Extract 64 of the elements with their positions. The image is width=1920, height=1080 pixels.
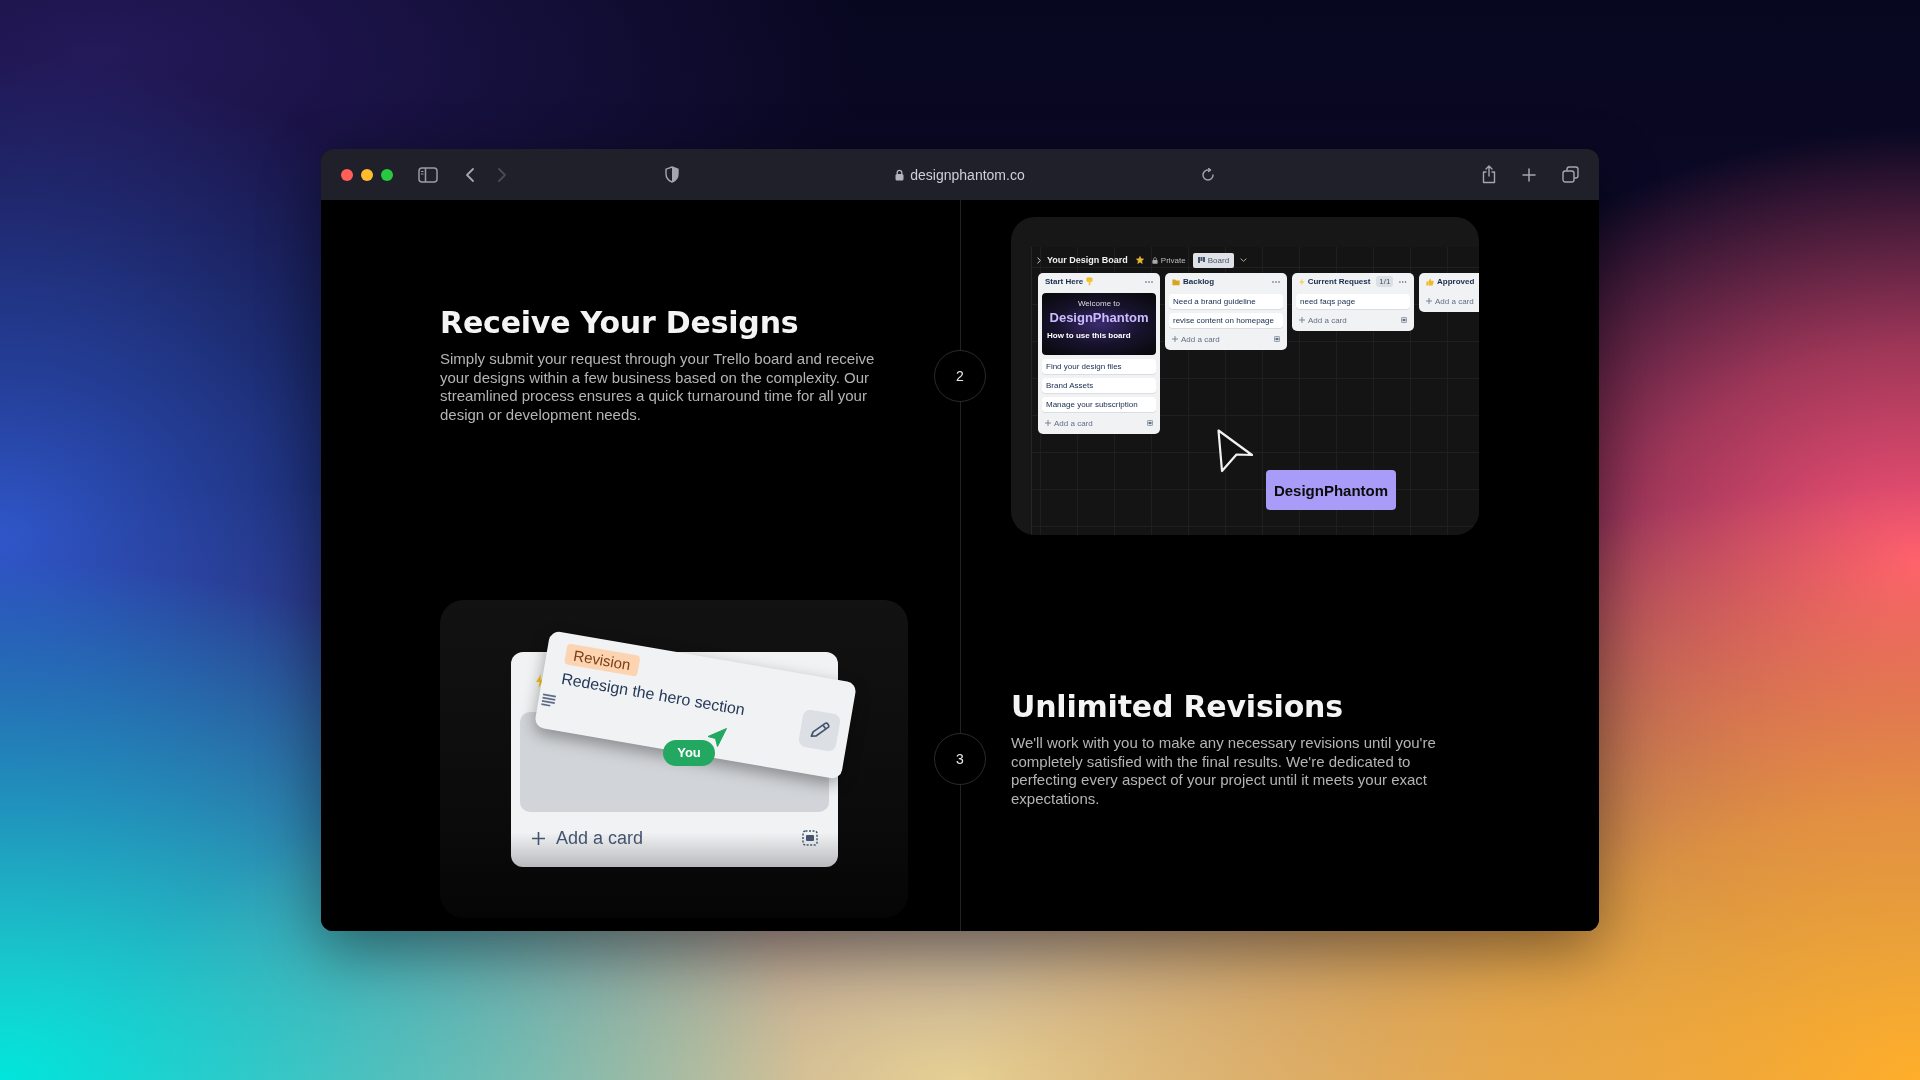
back-icon[interactable] bbox=[465, 166, 475, 183]
add-card-label: Add a card bbox=[1308, 315, 1347, 325]
sidebar-icon[interactable] bbox=[418, 166, 438, 183]
add-card-label: Add a card bbox=[1181, 334, 1220, 344]
section-heading: Receive Your Designs bbox=[440, 306, 799, 341]
task-card: revise content on homepage bbox=[1169, 313, 1283, 328]
share-icon[interactable] bbox=[1482, 165, 1496, 184]
maximize-button[interactable] bbox=[381, 168, 393, 181]
cover-caption: How to use this board bbox=[1047, 331, 1131, 340]
task-card: Find your design files bbox=[1042, 359, 1156, 374]
thumbs-up-icon bbox=[1426, 277, 1434, 286]
section-description: We'll work with you to make any necessary revisions until you're completely satisfied with the final results. We're dedicated to perfecting every aspect of your project until it meets your exact expectations. bbox=[1011, 734, 1437, 809]
cursor-icon bbox=[1216, 428, 1254, 474]
section-description: Simply submit your request through your Trello board and receive your designs within a few business based on the complexity. Our streamlined process ensures a quick turnaround time for all your design or development needs. bbox=[440, 350, 876, 425]
board-icon bbox=[1197, 257, 1205, 263]
more-icon bbox=[1272, 280, 1280, 283]
list-title: Approved bbox=[1437, 277, 1475, 286]
visibility-label: Private bbox=[1160, 255, 1186, 265]
task-card: Brand Assets bbox=[1042, 378, 1156, 393]
cursor-icon bbox=[707, 727, 727, 747]
minimize-button[interactable] bbox=[361, 168, 373, 181]
add-card-label: Add a card bbox=[556, 827, 644, 849]
more-icon bbox=[1145, 280, 1153, 283]
more-icon bbox=[1399, 280, 1407, 283]
lightning-icon bbox=[1299, 277, 1305, 286]
address-field[interactable]: designphantom.co bbox=[895, 162, 1025, 187]
shield-icon[interactable] bbox=[665, 166, 680, 183]
tabs-overview-icon[interactable] bbox=[1562, 166, 1579, 183]
template-icon bbox=[1401, 317, 1407, 323]
task-card: need faqs page bbox=[1296, 294, 1410, 309]
plus-icon bbox=[1299, 317, 1305, 323]
template-icon bbox=[1274, 336, 1280, 342]
task-card: Need a brand guideline bbox=[1169, 294, 1283, 309]
plus-icon bbox=[1045, 420, 1051, 426]
lock-icon bbox=[1151, 256, 1158, 264]
plus-icon bbox=[1426, 298, 1432, 304]
add-card-label: Add a card bbox=[1054, 418, 1093, 428]
new-tab-icon[interactable] bbox=[1522, 167, 1536, 182]
welcome-text: Welcome to bbox=[1077, 299, 1121, 308]
cover-logo-text: DesignPhantom bbox=[1049, 310, 1149, 325]
board-title: Your Design Board bbox=[1047, 255, 1128, 265]
lock-icon bbox=[895, 168, 905, 181]
task-card: Manage your subscription bbox=[1042, 397, 1156, 412]
add-card-label: Add a card bbox=[1435, 296, 1474, 306]
plus-icon bbox=[531, 830, 546, 846]
reload-icon[interactable] bbox=[1200, 167, 1215, 182]
list-title: Start Here bbox=[1045, 277, 1084, 286]
pointing-hand-icon bbox=[1086, 277, 1094, 286]
card-count: 1/1 bbox=[1376, 276, 1394, 287]
list-title: Current Request bbox=[1307, 277, 1371, 286]
folder-icon bbox=[1172, 277, 1180, 286]
list-title: Backlog bbox=[1183, 277, 1215, 286]
section-heading: Unlimited Revisions bbox=[1011, 690, 1343, 725]
template-icon bbox=[1147, 420, 1153, 426]
chevron-right-icon bbox=[1037, 256, 1041, 264]
template-icon bbox=[802, 830, 818, 847]
chevron-down-icon bbox=[1240, 258, 1248, 262]
logo-badge: DesignPhantom bbox=[1266, 470, 1396, 510]
step-number: 3 bbox=[934, 733, 986, 785]
step-number: 2 bbox=[934, 350, 986, 402]
view-button[interactable]: Board bbox=[1192, 252, 1235, 268]
plus-icon bbox=[1172, 336, 1178, 342]
close-button[interactable] bbox=[341, 168, 353, 181]
description-icon bbox=[540, 692, 557, 708]
